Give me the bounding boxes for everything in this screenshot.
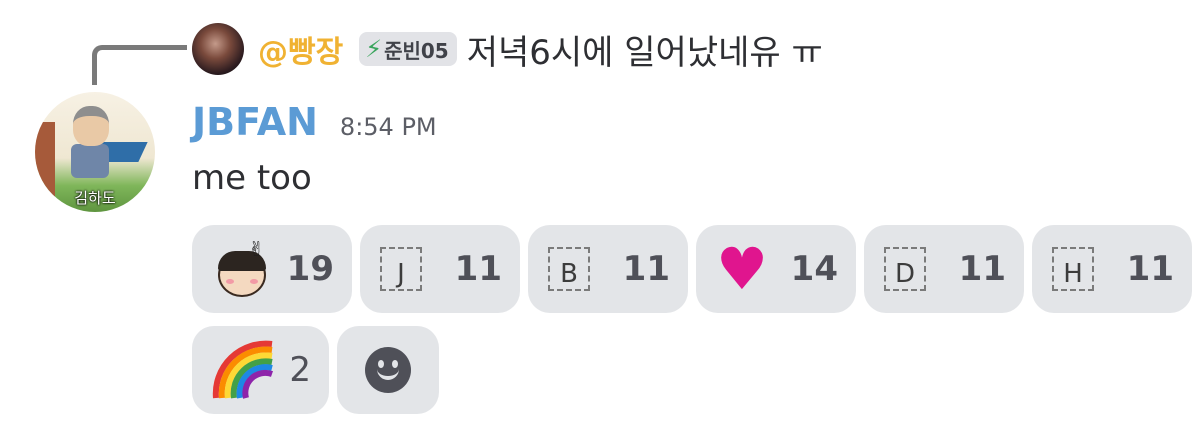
- sticker-kid-peace-sign-icon: ✌: [212, 239, 272, 299]
- reaction-count: 11: [622, 249, 670, 289]
- reactions-row-2: 2: [192, 326, 447, 414]
- letter-j-icon: J: [380, 247, 422, 291]
- reaction-count: 11: [958, 249, 1006, 289]
- smiley-face-icon: [365, 347, 411, 393]
- reaction-letter-j[interactable]: J 11: [360, 225, 520, 313]
- message-header: JBFAN 8:54 PM: [192, 100, 437, 144]
- reply-tag-text: 준빈05: [384, 38, 449, 63]
- avatar-head: [73, 106, 109, 146]
- reaction-count: 14: [790, 249, 838, 289]
- reply-avatar[interactable]: [192, 23, 244, 75]
- reply-text[interactable]: 저녁6시에 일어났네유 ㅠ: [467, 25, 823, 74]
- reaction-count: 11: [454, 249, 502, 289]
- message-content: me too: [192, 158, 312, 198]
- reaction-rainbow[interactable]: 2: [192, 326, 329, 414]
- username[interactable]: JBFAN: [192, 100, 318, 144]
- letter-h-icon: H: [1052, 247, 1094, 291]
- reply-preview[interactable]: @빵장 ⚡ 준빈05 저녁6시에 일어났네유 ㅠ: [192, 22, 823, 76]
- reaction-count: 19: [286, 249, 334, 289]
- pink-heart-icon: ♥: [716, 235, 768, 303]
- reaction-count: 11: [1126, 249, 1174, 289]
- reaction-letter-b[interactable]: B 11: [528, 225, 688, 313]
- avatar[interactable]: 김하도: [35, 92, 155, 212]
- reaction-letter-h[interactable]: H 11: [1032, 225, 1192, 313]
- avatar-body: [71, 144, 109, 178]
- reply-connector-line: [92, 45, 187, 85]
- reaction-letter-d[interactable]: D 11: [864, 225, 1024, 313]
- letter-b-icon: B: [548, 247, 590, 291]
- reply-user-tag: ⚡ 준빈05: [359, 32, 457, 66]
- reaction-heart[interactable]: ♥ 14: [696, 225, 856, 313]
- reply-mention[interactable]: @빵장: [258, 27, 343, 71]
- timestamp: 8:54 PM: [339, 113, 437, 141]
- reaction-sticker[interactable]: ✌ 19: [192, 225, 352, 313]
- rainbow-icon: [212, 340, 273, 399]
- letter-d-icon: D: [884, 247, 926, 291]
- lightning-bolt-icon: ⚡: [365, 35, 383, 63]
- add-reaction-button[interactable]: [337, 326, 439, 414]
- avatar-caption: 김하도: [74, 189, 116, 207]
- reaction-count: 2: [289, 350, 311, 390]
- reactions-row: ✌ 19 J 11 B 11 ♥ 14 D 11 H 11: [192, 225, 1200, 313]
